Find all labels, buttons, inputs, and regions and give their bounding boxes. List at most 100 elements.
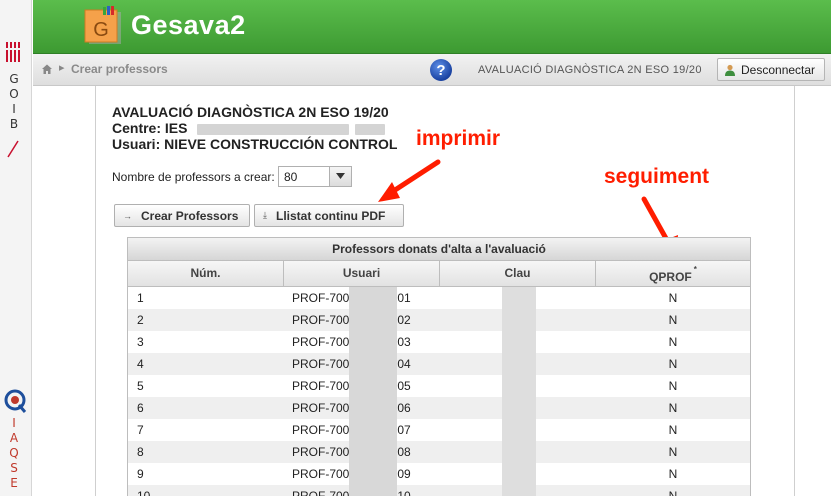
user-suffix: 09 — [397, 467, 411, 481]
user-prefix: PROF-700 — [292, 379, 350, 393]
cell-user: PROF-700 02 — [284, 309, 440, 331]
redacted-key — [502, 309, 536, 331]
cell-key — [440, 353, 596, 375]
cell-user: PROF-700 01 — [284, 287, 440, 309]
cell-key — [440, 397, 596, 419]
goib-logo-icon — [4, 42, 22, 62]
cell-user: PROF-700 03 — [284, 331, 440, 353]
cell-num: 6 — [137, 401, 144, 415]
redacted-key — [502, 441, 536, 463]
user-prefix: PROF-700 — [292, 313, 350, 327]
user-suffix: 07 — [397, 423, 411, 437]
redacted-key — [502, 287, 536, 309]
cell-qprof: N — [668, 401, 678, 415]
cell-qprof: N — [668, 467, 678, 481]
redacted-key — [502, 331, 536, 353]
cell-num: 1 — [137, 291, 144, 305]
cell-key — [440, 287, 596, 309]
table-header-row: Núm. Usuari Clau QPROF* — [128, 261, 750, 287]
goib-slash-mark — [7, 140, 19, 158]
cell-num: 10 — [137, 489, 151, 496]
redacted-user-part — [349, 287, 398, 309]
cell-qprof: N — [668, 291, 678, 305]
user-prefix: PROF-700 — [292, 291, 350, 305]
column-header-key[interactable]: Clau — [440, 261, 596, 286]
cell-key — [440, 309, 596, 331]
qprof-header-label: QPROF — [649, 270, 692, 284]
cell-qprof: N — [668, 357, 678, 371]
redacted-key — [502, 463, 536, 485]
professor-count-label: Nombre de professors a crear: — [112, 170, 275, 184]
user-prefix: PROF-700 — [292, 335, 350, 349]
cell-key — [440, 375, 596, 397]
redacted-user-part — [349, 397, 398, 419]
cell-num: 8 — [137, 445, 144, 459]
redacted-centre-suffix — [355, 123, 386, 135]
table-body: 1 PROF-700 01 N 2 PROF-700 02 N 3 PROF-700 03 N 4 PRO… — [128, 287, 750, 496]
redacted-user-part — [349, 441, 398, 463]
annotation-tracking: seguiment — [604, 165, 710, 188]
help-icon[interactable]: ? — [429, 58, 453, 82]
table-row: 1 PROF-700 01 N — [128, 287, 750, 309]
continuous-pdf-list-label: Llistat continu PDF — [275, 208, 386, 223]
home-icon[interactable] — [41, 63, 53, 75]
logout-label: Desconnectar — [741, 62, 816, 77]
iaqse-logo-text: IAQSE — [9, 416, 19, 490]
user-suffix: 06 — [397, 401, 411, 415]
user-prefix: PROF-700 — [292, 423, 350, 437]
table-row: 8 PROF-700 08 N — [128, 441, 750, 463]
redacted-key — [502, 397, 536, 419]
select-arrow-button[interactable] — [329, 167, 351, 186]
cell-num: 5 — [137, 379, 144, 393]
user-suffix: 04 — [397, 357, 411, 371]
table-row: 3 PROF-700 03 N — [128, 331, 750, 353]
cell-user: PROF-700 06 — [284, 397, 440, 419]
redacted-key — [502, 375, 536, 397]
annotation-print: imprimir — [416, 127, 501, 150]
user-prefix: PROF-700 — [292, 489, 350, 496]
table-row: 4 PROF-700 04 N — [128, 353, 750, 375]
redacted-user-part — [349, 309, 398, 331]
cell-num: 3 — [137, 335, 144, 349]
table-row: 5 PROF-700 05 N — [128, 375, 750, 397]
column-header-qprof[interactable]: QPROF* — [596, 261, 750, 286]
cell-num: 9 — [137, 467, 144, 481]
professor-count-select[interactable]: 80 — [278, 166, 352, 187]
cell-user: PROF-700 08 — [284, 441, 440, 463]
download-icon: ⤓ — [263, 210, 267, 220]
column-header-user[interactable]: Usuari — [284, 261, 440, 286]
table-row: 10 PROF-700 10 N — [128, 485, 750, 496]
redacted-user-part — [349, 485, 398, 496]
user-prefix: PROF-700 — [292, 401, 350, 415]
iaqse-logo-icon — [4, 389, 27, 413]
breadcrumb-bar: ▸ Crear professors ? AVALUACIÓ DIAGNÒSTI… — [33, 54, 831, 86]
column-header-num[interactable]: Núm. — [128, 261, 284, 286]
table-row: 7 PROF-700 07 N — [128, 419, 750, 441]
breadcrumb-current: Crear professors — [71, 62, 168, 76]
redacted-key — [502, 419, 536, 441]
cell-key — [440, 463, 596, 485]
user-prefix: PROF-700 — [292, 445, 350, 459]
cell-user: PROF-700 10 — [284, 485, 440, 496]
create-professors-button[interactable]: → Crear Professors — [114, 204, 250, 227]
continuous-pdf-list-button[interactable]: ⤓ Llistat continu PDF — [254, 204, 404, 227]
cell-qprof: N — [668, 335, 678, 349]
svg-text:G: G — [93, 19, 109, 41]
logout-button[interactable]: Desconnectar — [717, 58, 825, 81]
cell-num: 2 — [137, 313, 144, 327]
cell-key — [440, 419, 596, 441]
breadcrumb-separator-icon: ▸ — [59, 62, 65, 74]
professor-count-value: 80 — [284, 170, 298, 184]
cell-user: PROF-700 04 — [284, 353, 440, 375]
centre-label: Centre: IES — [112, 120, 188, 136]
redacted-user-part — [349, 419, 398, 441]
cell-user: PROF-700 09 — [284, 463, 440, 485]
user-suffix: 01 — [397, 291, 411, 305]
cell-user: PROF-700 05 — [284, 375, 440, 397]
app-title: Gesava2 — [131, 10, 246, 40]
arrow-right-icon: → — [123, 210, 132, 221]
redacted-user-part — [349, 375, 398, 397]
app-window: GOIB IAQSE G Gesava2 ▸ Crear professors — [0, 0, 831, 496]
cell-num: 7 — [137, 423, 144, 437]
user-suffix: 10 — [397, 489, 411, 496]
